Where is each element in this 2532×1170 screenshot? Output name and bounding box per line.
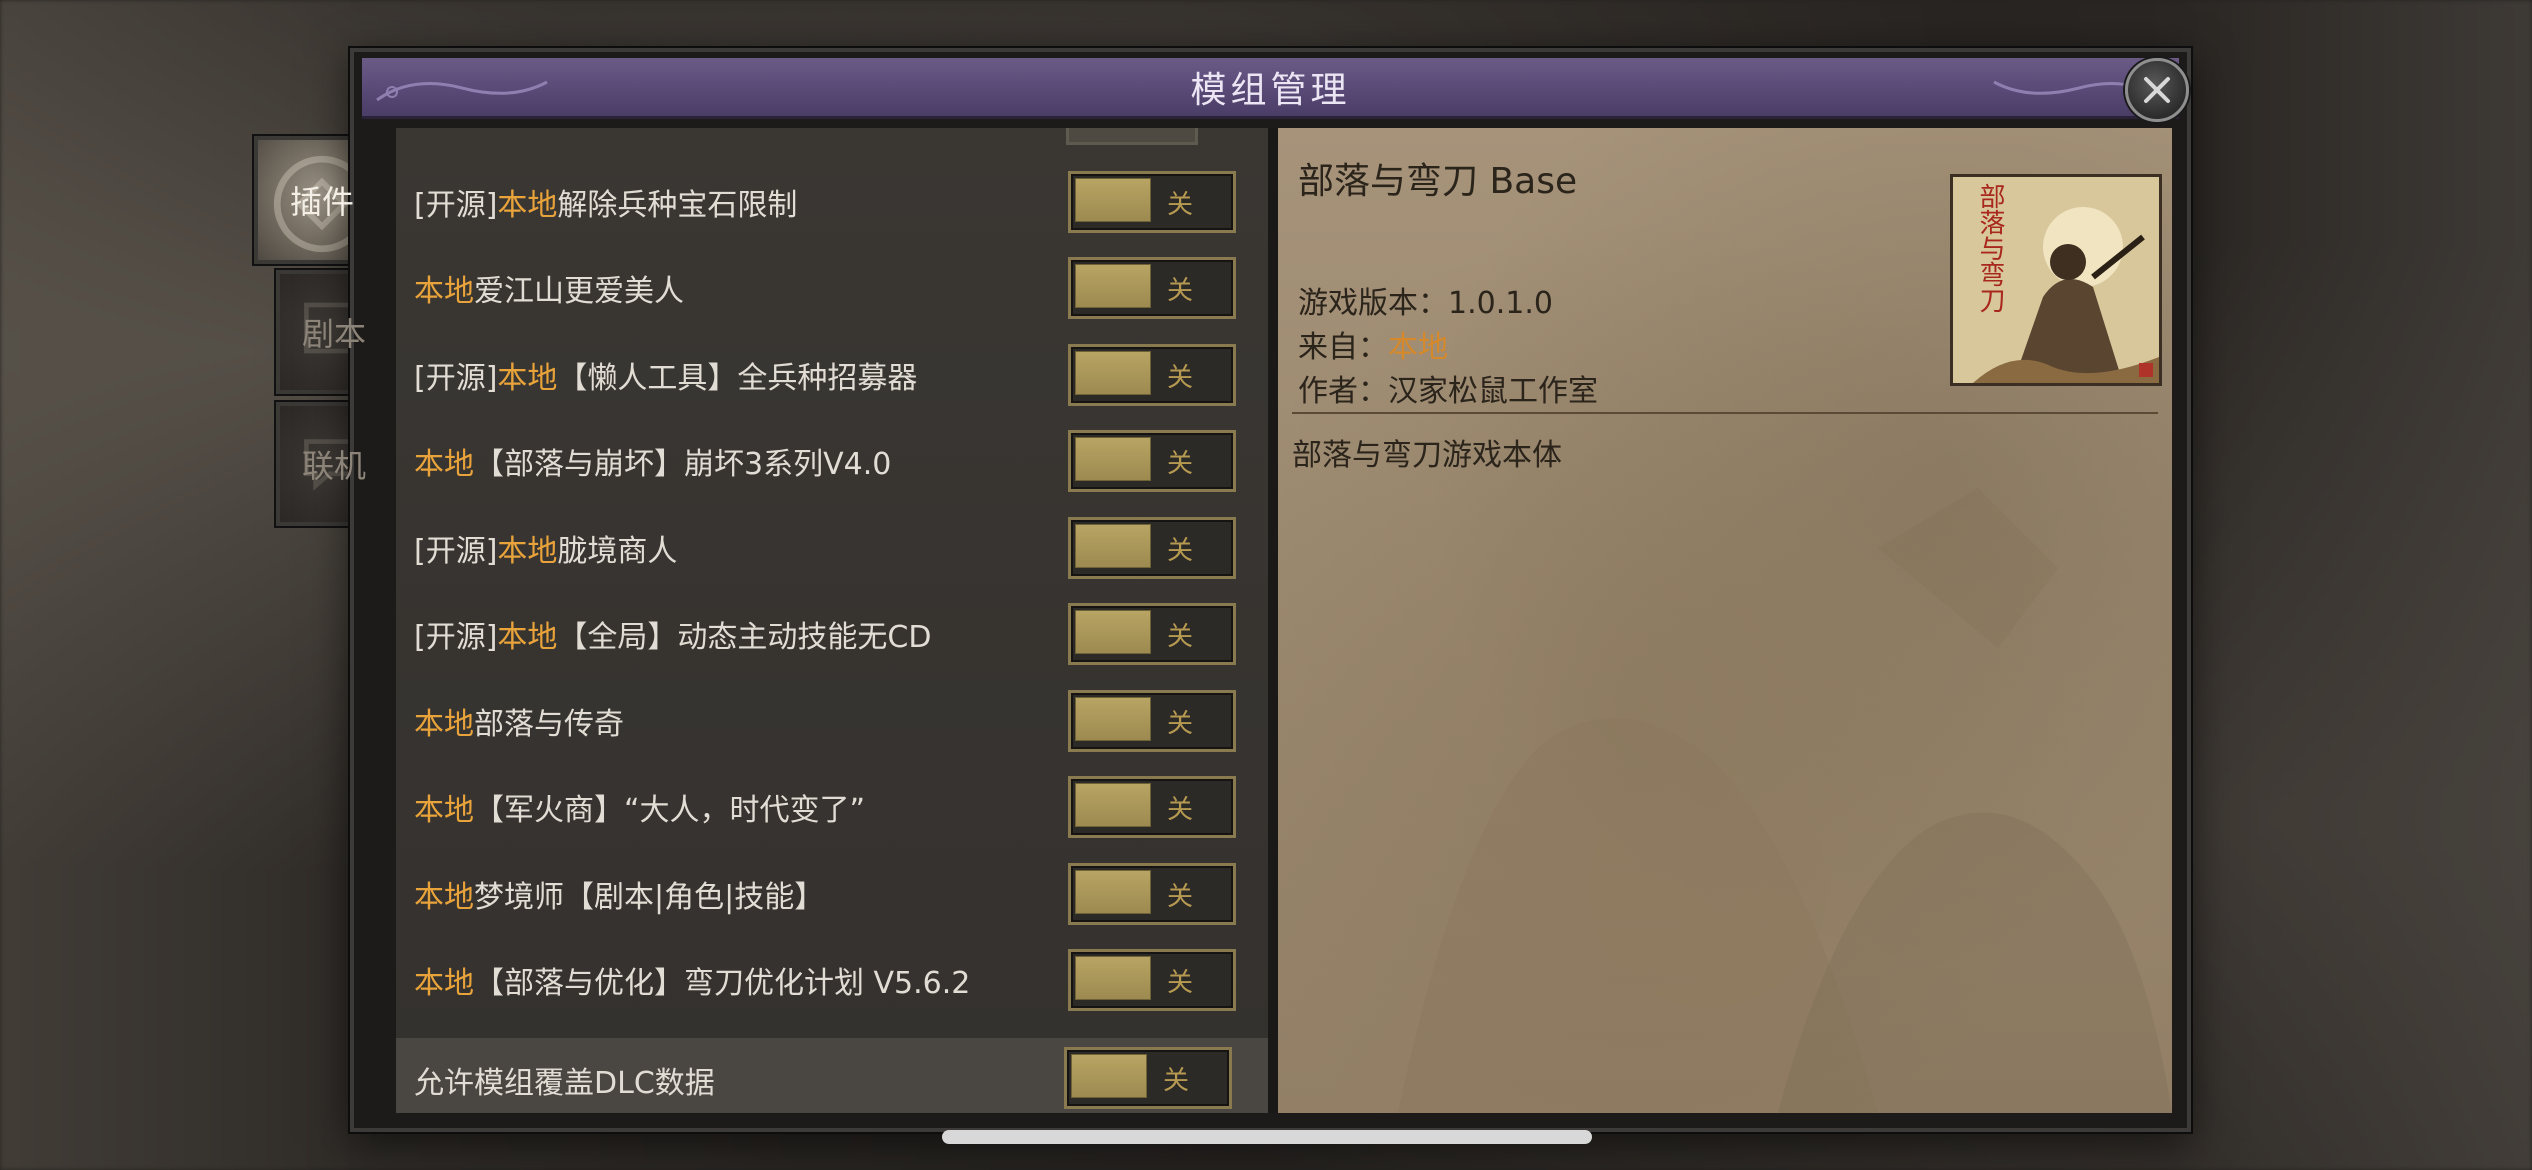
mod-toggle[interactable]: 关 <box>1068 344 1236 406</box>
mod-toggle[interactable]: 关 <box>1068 171 1236 233</box>
dlc-override-row[interactable]: 允许模组覆盖DLC数据 关 <box>396 1038 1268 1113</box>
home-indicator-bar[interactable] <box>942 1130 1592 1144</box>
mod-name: 本地【部落与优化】弯刀优化计划 V5.6.2 <box>414 966 971 1001</box>
mod-title: 部落与弯刀 Base <box>1298 161 1578 202</box>
mod-list-panel[interactable]: [开源]本地解除兵种宝石限制 关 本地爱江山更爱美人 关 [开源]本地【懒人工具… <box>396 128 1268 1113</box>
mod-row[interactable]: 本地【部落与崩坏】崩坏3系列V4.0 关 <box>396 418 1268 504</box>
panel-divider <box>1268 128 1278 1113</box>
mod-row[interactable]: [开源]本地胧境商人 关 <box>396 505 1268 591</box>
title-ornament-left-icon <box>376 80 548 102</box>
detail-separator <box>1292 412 2158 414</box>
window-title: 模组管理 <box>1190 70 1351 111</box>
mod-description: 部落与弯刀游戏本体 <box>1292 438 1562 473</box>
dlc-override-toggle[interactable]: 关 <box>1064 1047 1232 1109</box>
mod-toggle[interactable]: 关 <box>1068 776 1236 838</box>
mod-row[interactable]: [开源]本地【全局】动态主动技能无CD 关 <box>396 591 1268 677</box>
close-button[interactable] <box>2125 58 2189 122</box>
mod-toggle[interactable]: 关 <box>1068 257 1236 319</box>
mod-name: [开源]本地【懒人工具】全兵种招募器 <box>414 361 918 396</box>
mod-row[interactable]: 本地部落与传奇 关 <box>396 678 1268 764</box>
mod-name: 本地部落与传奇 <box>414 707 624 742</box>
mod-toggle[interactable]: 关 <box>1068 430 1236 492</box>
dlc-override-label: 允许模组覆盖DLC数据 <box>414 1066 715 1101</box>
mod-row[interactable]: [开源]本地解除兵种宝石限制 关 <box>396 159 1268 245</box>
mod-name: [开源]本地解除兵种宝石限制 <box>414 188 798 223</box>
mod-toggle[interactable]: 关 <box>1068 949 1236 1011</box>
mod-row[interactable]: 本地梦境师【剧本|角色|技能】 关 <box>396 851 1268 937</box>
mod-toggle[interactable]: 关 <box>1068 517 1236 579</box>
mod-name: [开源]本地【全局】动态主动技能无CD <box>414 620 932 655</box>
mod-name: 本地【部落与崩坏】崩坏3系列V4.0 <box>414 447 892 482</box>
mod-name: 本地【军火商】“大人，时代变了” <box>414 793 866 828</box>
previous-row-toggle-edge <box>1066 128 1198 145</box>
mod-toggle[interactable]: 关 <box>1068 603 1236 665</box>
cover-title-text: 部落与弯刀 <box>1975 183 2005 313</box>
source-line: 来自：本地 <box>1298 330 1448 365</box>
mod-toggle[interactable]: 关 <box>1068 863 1236 925</box>
mod-name: 本地梦境师【剧本|角色|技能】 <box>414 880 825 915</box>
mod-name: 本地爱江山更爱美人 <box>414 274 684 309</box>
mod-toggle[interactable]: 关 <box>1068 690 1236 752</box>
title-bar: 模组管理 <box>362 58 2189 122</box>
author-line: 作者：汉家松鼠工作室 <box>1298 374 1598 409</box>
mod-detail-panel: 部落与弯刀 Base 部落与弯刀 游戏版本：1.0.1.0 来自：本地 作者：汉… <box>1278 128 2172 1113</box>
mod-name: [开源]本地胧境商人 <box>414 534 678 569</box>
mod-row[interactable]: 本地【部落与优化】弯刀优化计划 V5.6.2 关 <box>396 937 1268 1023</box>
game-version-line: 游戏版本：1.0.1.0 <box>1298 286 1553 321</box>
mod-row[interactable]: 本地爱江山更爱美人 关 <box>396 245 1268 331</box>
mod-row[interactable]: 本地【军火商】“大人，时代变了” 关 <box>396 764 1268 850</box>
mod-cover-image: 部落与弯刀 <box>1950 174 2162 386</box>
close-icon <box>2144 77 2170 103</box>
mod-row[interactable]: [开源]本地【懒人工具】全兵种招募器 关 <box>396 332 1268 418</box>
